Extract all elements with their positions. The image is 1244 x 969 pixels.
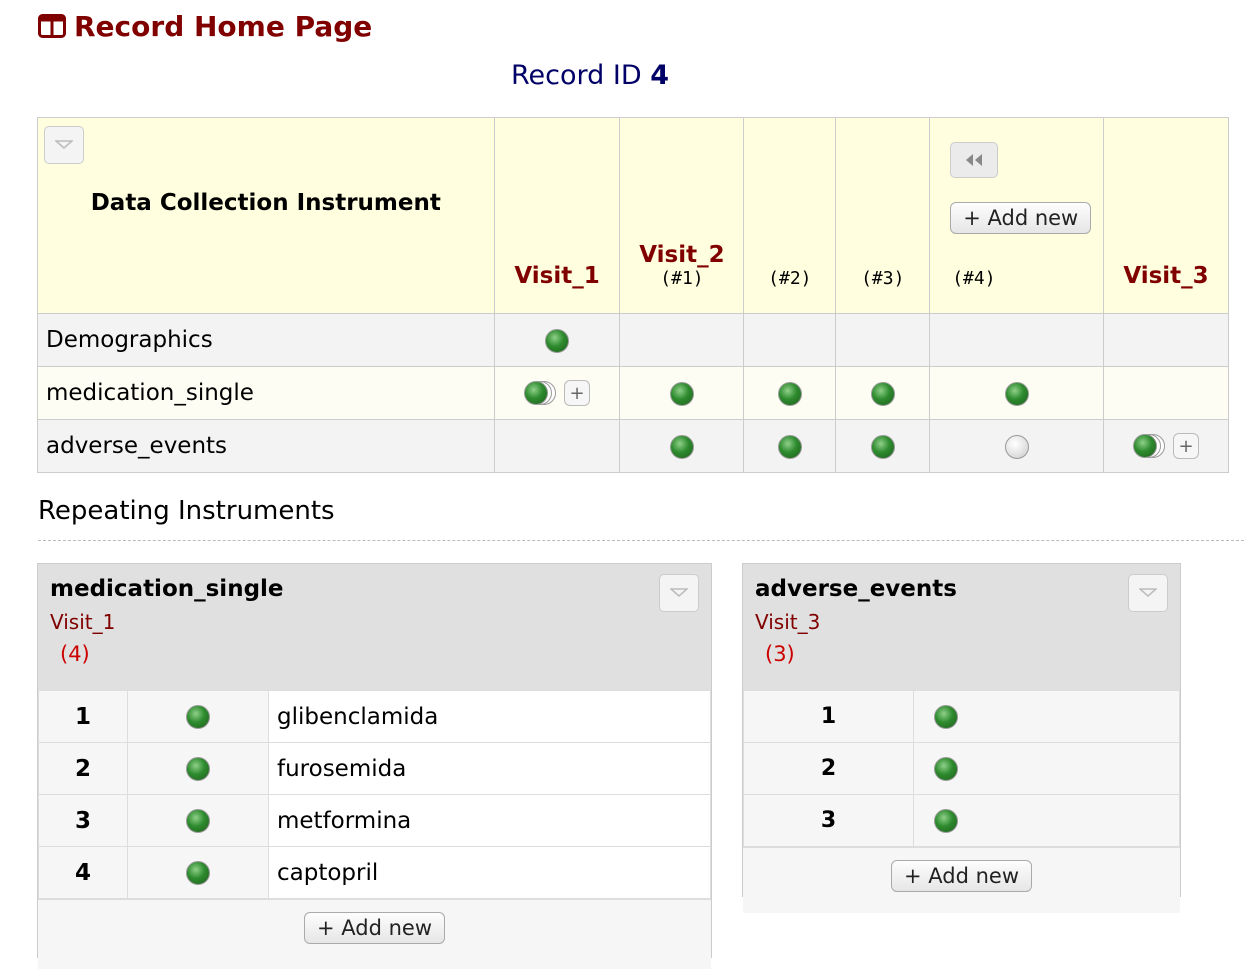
grid-row-adverse-events: adverse_events + [37, 419, 1229, 473]
instance-number: 1 [38, 690, 128, 743]
add-instance-button[interactable]: + [564, 380, 591, 407]
table-row[interactable]: 2 furosemida [38, 742, 711, 795]
instrument-name: medication_single [37, 366, 495, 420]
status-complete-icon[interactable] [186, 861, 210, 885]
table-row[interactable]: 3 metformina [38, 794, 711, 847]
instance-value: glibenclamida [268, 690, 711, 743]
add-new-instance-button[interactable]: + Add new [303, 912, 445, 944]
status-complete-icon[interactable] [870, 434, 895, 459]
collapse-table-button[interactable] [1128, 574, 1168, 612]
status-complete-icon[interactable] [669, 434, 694, 459]
repeating-table-adverse-events: adverse_events Visit_3 (3) 1 2 3 + Add n… [742, 563, 1181, 913]
instance-number: 4 [38, 846, 128, 899]
page-title: Record Home Page [38, 6, 372, 46]
status-stack-icon[interactable] [524, 381, 557, 406]
repeating-table-header: medication_single Visit_1 (4) [38, 564, 711, 690]
record-id-heading: Record ID 4 [0, 60, 1180, 91]
instance-number: 1 [743, 690, 914, 743]
status-complete-icon[interactable] [777, 381, 802, 406]
repeating-rows: 1 2 3 [743, 690, 1180, 847]
status-incomplete-icon[interactable] [1004, 434, 1029, 459]
collapse-table-button[interactable] [659, 574, 699, 612]
instance-value: captopril [268, 846, 711, 899]
status-complete-icon[interactable] [870, 381, 895, 406]
instance-value: metformina [268, 794, 711, 847]
add-instance-button[interactable]: + [1173, 433, 1199, 460]
event-header-visit2-2[interactable]: (#2) [743, 117, 837, 314]
status-complete-icon[interactable] [934, 757, 958, 781]
previous-instances-button[interactable] [950, 142, 999, 178]
status-complete-icon[interactable] [186, 757, 210, 781]
instrument-column-header: Data Collection Instrument [37, 117, 495, 314]
record-id-label: Record ID [510, 60, 642, 91]
repeating-event-name: Visit_1 [50, 610, 116, 634]
instance-number: 2 [743, 742, 914, 795]
repeating-instrument-name: medication_single [50, 576, 284, 602]
instance-number: 3 [38, 794, 128, 847]
rewind-icon [966, 154, 983, 166]
instrument-header-label: Data Collection Instrument [90, 190, 441, 216]
event-name: Visit_1 [514, 263, 600, 289]
status-complete-icon[interactable] [186, 809, 210, 833]
divider [38, 540, 1244, 541]
instance-label: (#3) [861, 268, 905, 289]
instance-number: 2 [38, 742, 128, 795]
status-complete-icon[interactable] [777, 434, 802, 459]
instance-label: (#4) [952, 268, 996, 289]
event-grid: Data Collection Instrument Visit_1 Visit… [37, 117, 1229, 473]
repeating-instruments-title: Repeating Instruments [38, 496, 335, 526]
status-complete-icon[interactable] [545, 328, 570, 353]
instrument-name: adverse_events [37, 419, 495, 473]
event-header-visit2-4[interactable]: + Add new (#4) [929, 117, 1105, 314]
table-row[interactable]: 3 [743, 794, 1180, 847]
repeating-event-name: Visit_3 [755, 610, 821, 634]
event-header-visit3[interactable]: Visit_3 [1103, 117, 1229, 314]
add-new-instance-button[interactable]: + Add new [890, 860, 1032, 892]
add-new-event-instance-button[interactable]: + Add new [950, 202, 1092, 234]
repeating-table-header: adverse_events Visit_3 (3) [743, 564, 1180, 690]
status-complete-icon[interactable] [669, 381, 694, 406]
status-complete-icon[interactable] [186, 705, 210, 729]
page-title-text: Record Home Page [74, 9, 373, 43]
status-stack-icon[interactable] [1133, 434, 1165, 459]
event-header-visit2-1[interactable]: Visit_2 (#1) [619, 117, 745, 314]
chevron-down-icon [1139, 588, 1157, 597]
grid-row-demographics: Demographics [37, 313, 1229, 367]
chevron-down-icon [55, 140, 73, 149]
instance-value: furosemida [268, 742, 711, 795]
event-name: Visit_3 [1123, 263, 1209, 289]
table-row[interactable]: 4 captopril [38, 846, 711, 899]
repeating-table-footer: + Add new [38, 899, 711, 969]
repeating-table-footer: + Add new [743, 847, 1180, 913]
status-complete-icon[interactable] [934, 809, 958, 833]
repeating-instrument-name: adverse_events [755, 576, 957, 602]
record-id-value: 4 [650, 60, 669, 91]
repeating-table-medication-single: medication_single Visit_1 (4) 1 glibencl… [37, 563, 712, 969]
instance-number: 3 [743, 794, 914, 847]
table-row[interactable]: 1 [743, 690, 1180, 743]
status-complete-icon[interactable] [934, 705, 958, 729]
chevron-down-icon [670, 588, 688, 597]
table-row[interactable]: 1 glibenclamida [38, 690, 711, 743]
instrument-name: Demographics [37, 313, 495, 367]
event-header-visit1[interactable]: Visit_1 [493, 117, 621, 314]
collapse-grid-button[interactable] [44, 126, 84, 164]
columns-icon [38, 14, 66, 38]
repeating-count: (4) [60, 642, 90, 666]
event-name: Visit_2 [639, 242, 725, 268]
repeating-count: (3) [765, 642, 795, 666]
status-complete-icon[interactable] [1004, 381, 1029, 406]
event-header-visit2-3[interactable]: (#3) [835, 117, 931, 314]
repeating-rows: 1 glibenclamida 2 furosemida 3 metformin… [38, 690, 711, 899]
grid-row-medication-single: medication_single + [37, 366, 1229, 420]
instance-label: (#1) [660, 268, 704, 289]
table-row[interactable]: 2 [743, 742, 1180, 795]
instance-label: (#2) [768, 268, 812, 289]
